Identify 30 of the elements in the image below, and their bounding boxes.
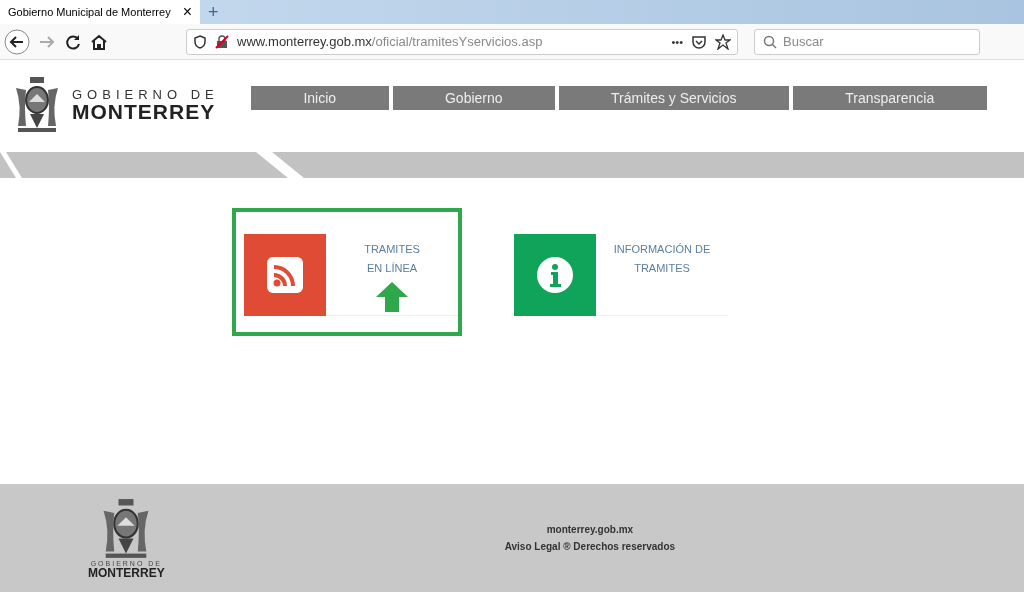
new-tab-button[interactable]: + <box>200 0 227 24</box>
page-actions-button[interactable]: ••• <box>671 35 683 48</box>
info-icon <box>537 257 573 293</box>
service-card[interactable]: INFORMACIÓN DE TRAMITES <box>502 208 732 336</box>
close-tab-icon[interactable]: × <box>182 3 192 21</box>
nav-link[interactable]: Transparencia <box>792 86 987 110</box>
logo-title: MONTERREY <box>72 101 217 122</box>
service-card[interactable]: TRAMITES EN LÍNEA <box>232 208 462 336</box>
site-name: monterrey.gob.mx <box>546 524 634 535</box>
shield-icon[interactable] <box>193 34 207 49</box>
pocket-icon[interactable] <box>691 33 707 50</box>
search-icon <box>763 34 777 49</box>
legal-notice[interactable]: Aviso Legal ® Derechos reservados <box>504 541 676 552</box>
service-label[interactable]: INFORMACIÓN DE <box>613 240 711 259</box>
nav-link[interactable]: Inicio <box>250 86 389 110</box>
nav-link[interactable]: Trámites y Servicios <box>558 86 789 110</box>
nav-link[interactable]: Gobierno <box>392 86 555 110</box>
search-field[interactable]: Buscar <box>754 28 980 55</box>
address-bar[interactable]: www.monterrey.gob.mx/oficial/tramitesYservicios.asp ••• <box>186 28 738 55</box>
home-icon[interactable] <box>90 32 108 51</box>
star-icon[interactable] <box>715 33 731 50</box>
service-label[interactable]: TRAMITES <box>364 240 420 259</box>
service-label[interactable]: TRAMITES <box>634 259 690 278</box>
service-label[interactable]: EN LÍNEA <box>366 259 418 278</box>
logo-subtitle: GOBIERNO DE <box>72 88 219 101</box>
logo-title: MONTERREY <box>88 566 165 579</box>
rss-icon <box>267 257 303 293</box>
insecure-lock-icon[interactable] <box>215 34 229 49</box>
back-icon[interactable] <box>4 28 30 55</box>
browser-tab[interactable]: Gobierno Municipal de Monterrey × <box>0 0 200 24</box>
